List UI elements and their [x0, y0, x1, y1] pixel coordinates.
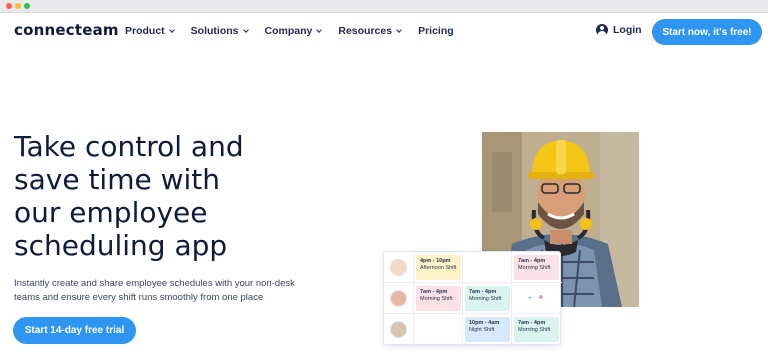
hero-title-line: scheduling app — [14, 229, 228, 262]
minimize-window-dot[interactable] — [15, 3, 21, 9]
shift-name: Morning Shift — [518, 327, 551, 333]
menu-item-product[interactable]: Product — [125, 25, 175, 37]
shift-time: 10pm - 4am — [469, 320, 500, 326]
login-link[interactable]: Login — [596, 24, 642, 36]
shift-time: 7am - 4pm — [420, 289, 448, 295]
shift-time: 7am - 4pm — [469, 289, 497, 295]
top-navigation: connecteam Product Solutions Company Res… — [0, 13, 768, 51]
hero-title-line: Take control and — [14, 130, 244, 163]
main-menu: Product Solutions Company Resources Pric… — [125, 25, 471, 37]
hero-title-line: our employee — [14, 196, 208, 229]
shift-time: 7am - 4pm — [518, 258, 546, 264]
shift-time: 7am - 4pm — [518, 320, 546, 326]
shift-name: Morning Shift — [420, 296, 453, 302]
status-dot-icon — [539, 295, 543, 299]
menu-item-company[interactable]: Company — [264, 25, 323, 37]
login-label: Login — [613, 24, 642, 36]
menu-item-label: Company — [264, 25, 313, 37]
employee-avatar[interactable] — [390, 321, 407, 338]
shift-schedule-card: 4pm - 10pm Afternoon Shift 7am - 4pm Mor… — [383, 251, 562, 346]
menu-item-solutions[interactable]: Solutions — [190, 25, 249, 37]
shift-cell[interactable]: 7am - 4pm Morning Shift — [514, 255, 559, 280]
schedule-row: 4pm - 10pm Afternoon Shift 7am - 4pm Mor… — [384, 252, 562, 283]
hero-title-line: save time with — [14, 163, 221, 196]
schedule-row: 10pm - 4am Night Shift 7am - 4pm Morning… — [384, 314, 562, 345]
schedule-row: 7am - 4pm Morning Shift 7am - 4pm Mornin… — [384, 283, 562, 314]
menu-item-label: Solutions — [190, 25, 239, 37]
shift-time: 4pm - 10pm — [420, 258, 451, 264]
close-window-dot[interactable] — [6, 3, 12, 9]
connecteam-logo[interactable]: connecteam — [14, 21, 119, 39]
chevron-down-icon — [396, 26, 402, 33]
shift-cell[interactable]: 7am - 4pm Morning Shift — [416, 286, 461, 311]
chevron-down-icon — [168, 26, 175, 33]
shift-cell[interactable]: 7am - 4pm Morning Shift — [514, 317, 559, 342]
hero-subtitle-line: Instantly create and share employee sche… — [14, 278, 295, 289]
chevron-down-icon — [242, 26, 249, 33]
start-free-trial-button[interactable]: Start 14-day free trial — [13, 317, 136, 344]
shift-cell[interactable]: 10pm - 4am Night Shift — [465, 317, 510, 342]
shift-name: Morning Shift — [469, 296, 502, 302]
user-icon — [596, 24, 608, 36]
menu-item-label: Resources — [338, 25, 393, 37]
add-shift-plus-icon[interactable]: + — [528, 295, 532, 302]
employee-avatar[interactable] — [390, 290, 407, 307]
browser-chrome — [0, 0, 768, 13]
menu-item-pricing[interactable]: Pricing — [418, 25, 454, 37]
employee-avatar[interactable] — [390, 259, 407, 276]
shift-cell[interactable]: 4pm - 10pm Afternoon Shift — [416, 255, 461, 280]
hero-subtitle: Instantly create and share employee sche… — [14, 277, 334, 305]
maximize-window-dot[interactable] — [24, 3, 30, 9]
menu-item-resources[interactable]: Resources — [338, 25, 402, 37]
shift-name: Morning Shift — [518, 265, 551, 271]
menu-item-label: Product — [125, 25, 165, 37]
start-now-button[interactable]: Start now, it's free! — [652, 19, 762, 45]
shift-cell[interactable]: 7am - 4pm Morning Shift — [465, 286, 510, 311]
menu-item-label: Pricing — [418, 25, 454, 37]
shift-name: Night Shift — [469, 327, 495, 333]
shift-name: Afternoon Shift — [420, 265, 457, 271]
chevron-down-icon — [316, 26, 323, 33]
hero-subtitle-line: teams and ensure every shift runs smooth… — [14, 292, 264, 303]
hero-title: Take control and save time with our empl… — [14, 130, 314, 262]
